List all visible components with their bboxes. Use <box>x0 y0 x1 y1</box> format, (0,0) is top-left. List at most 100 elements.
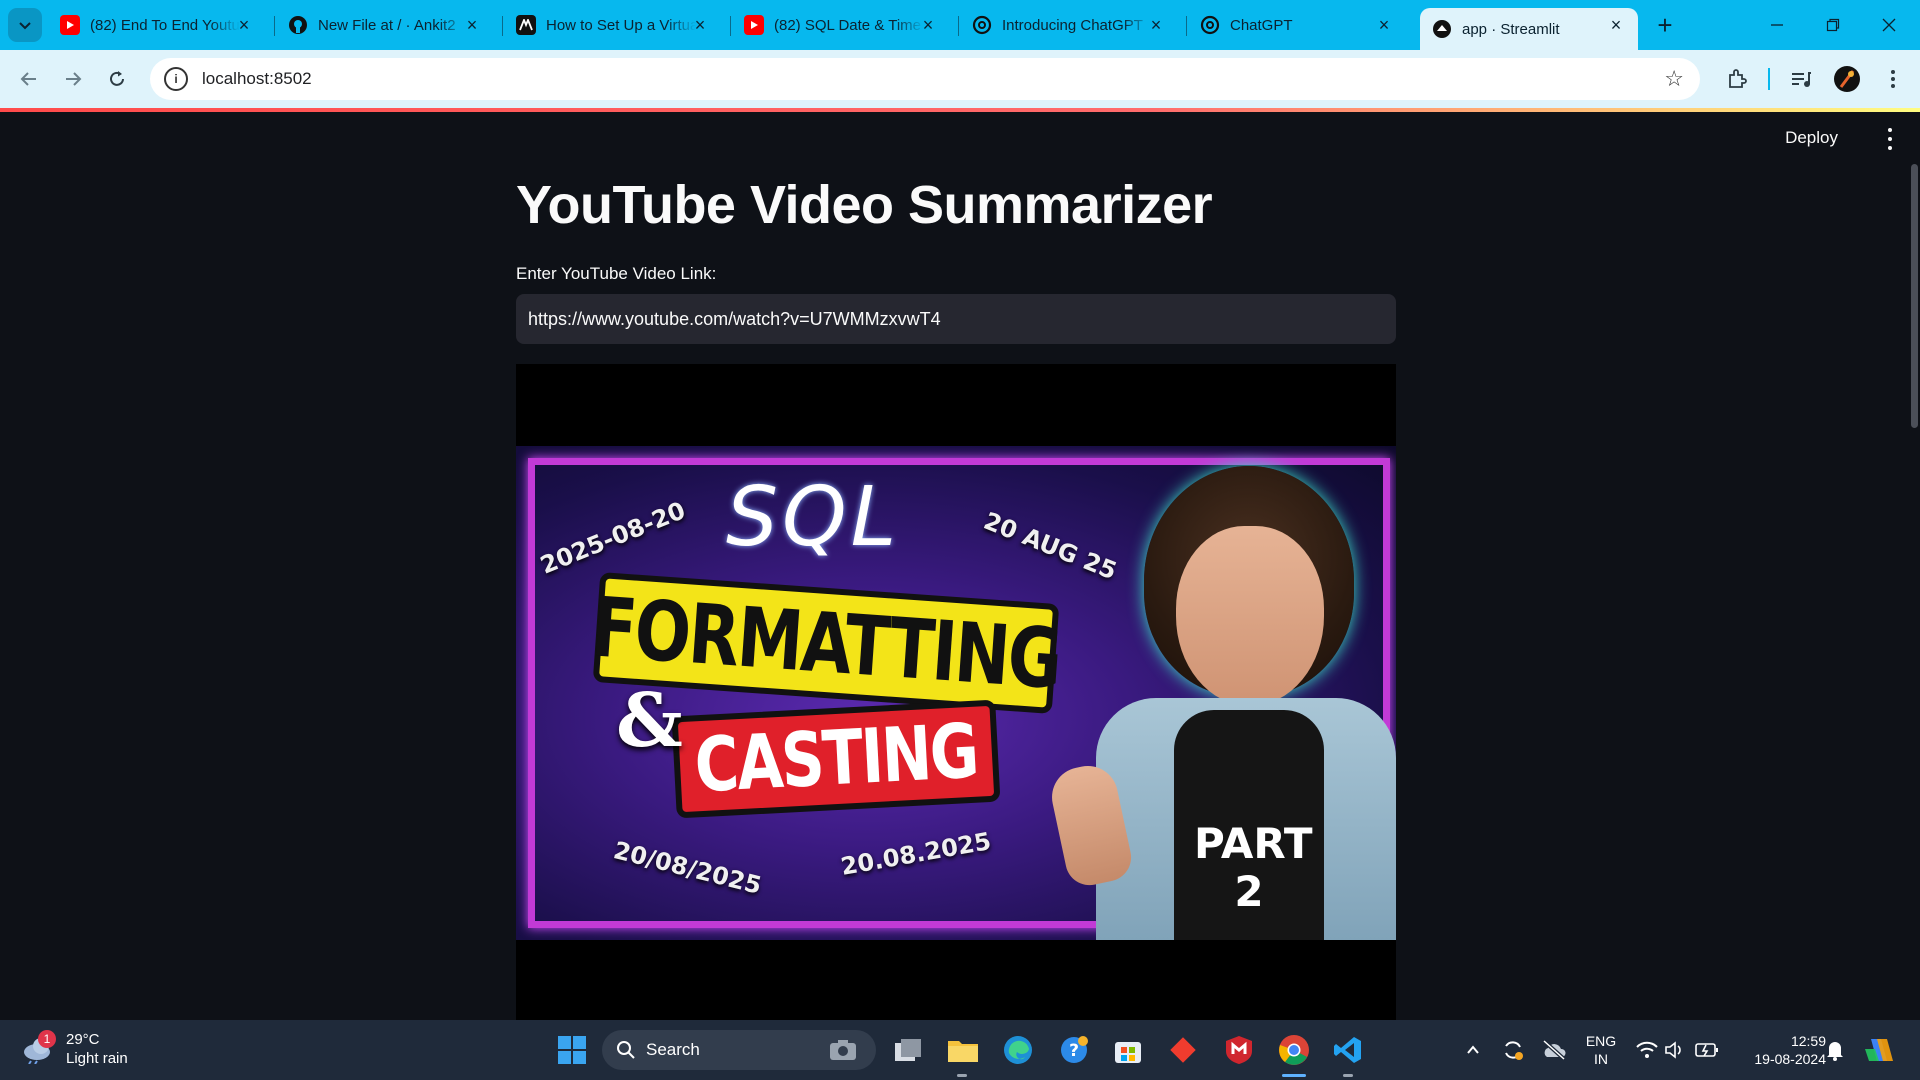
language-indicator[interactable]: ENG IN <box>1580 1032 1622 1068</box>
vscode-icon[interactable] <box>1331 1033 1365 1067</box>
close-tab-icon[interactable]: × <box>1374 15 1394 35</box>
thumbnail-presenter: PART 2 <box>1046 466 1396 940</box>
camera-icon <box>830 1040 856 1060</box>
forward-button[interactable] <box>56 62 90 96</box>
thumbnail-part-text: PART <box>1194 819 1313 868</box>
task-view-icon[interactable] <box>891 1033 925 1067</box>
app-menu-icon[interactable] <box>1880 128 1900 150</box>
onedrive-off-icon[interactable] <box>1537 1033 1571 1067</box>
profile-avatar[interactable] <box>1832 64 1862 94</box>
tab-search-button[interactable] <box>8 8 42 42</box>
get-help-icon[interactable]: ? <box>1057 1033 1091 1067</box>
github-icon <box>288 15 308 35</box>
media-controls-icon[interactable] <box>1786 64 1816 94</box>
battery-icon[interactable] <box>1690 1033 1724 1067</box>
windows-taskbar: 1 29°C Light rain Search ? ENG IN 12:59 … <box>0 1020 1920 1080</box>
new-tab-button[interactable]: + <box>1650 10 1680 40</box>
tab-separator <box>730 16 731 36</box>
chevron-up-icon[interactable] <box>1456 1033 1490 1067</box>
extensions-icon[interactable] <box>1722 64 1752 94</box>
reload-button[interactable] <box>100 62 134 96</box>
tab-chatgpt[interactable]: ChatGPT × <box>1188 8 1406 42</box>
restore-button[interactable] <box>1810 8 1856 42</box>
tab-streamlit-app[interactable]: app · Streamlit × <box>1420 8 1638 50</box>
restore-icon <box>1826 18 1840 32</box>
tab-github-new-file[interactable]: New File at / · Ankit2 × <box>276 8 494 42</box>
back-button[interactable] <box>12 62 46 96</box>
thumbnail-casting-banner: CASTING <box>671 699 1001 819</box>
mcafee-icon[interactable] <box>1222 1033 1256 1067</box>
file-explorer-icon[interactable] <box>946 1033 980 1067</box>
close-window-button[interactable] <box>1866 8 1912 42</box>
clock[interactable]: 12:59 19-08-2024 <box>1736 1032 1826 1068</box>
tab-title: New File at / · Ankit2 <box>318 16 456 34</box>
weather-condition: Light rain <box>66 1050 128 1067</box>
sync-icon[interactable] <box>1496 1033 1530 1067</box>
thumbnail-part-label: PART 2 <box>1194 819 1313 916</box>
tab-youtube-end-to-end[interactable]: (82) End To End Youtube Video × <box>48 8 266 42</box>
site-info-icon[interactable]: i <box>164 67 188 91</box>
close-tab-icon[interactable]: × <box>1146 15 1166 35</box>
thumbnail-part-number: 2 <box>1234 867 1264 916</box>
streamlit-app: Deploy YouTube Video Summarizer Enter Yo… <box>0 112 1920 1020</box>
tab-separator <box>502 16 503 36</box>
close-tab-icon[interactable]: × <box>918 15 938 35</box>
running-indicator <box>1343 1074 1353 1077</box>
reload-icon <box>110 71 124 86</box>
thumbnail-ampersand: & <box>616 678 683 764</box>
svg-text:?: ? <box>1069 1041 1079 1061</box>
taskbar-search[interactable]: Search <box>602 1030 876 1070</box>
minimize-icon <box>1771 24 1783 26</box>
copilot-icon[interactable] <box>1862 1033 1896 1067</box>
windows-start-icon[interactable] <box>555 1033 589 1067</box>
video-thumbnail-frame: SQL 2025-08-20 20 AUG 25 FORMATTING CAST… <box>516 364 1396 1020</box>
close-tab-icon[interactable]: × <box>1606 15 1626 35</box>
video-thumbnail-image: SQL 2025-08-20 20 AUG 25 FORMATTING CAST… <box>516 446 1396 940</box>
microsoft-store-icon[interactable] <box>1111 1033 1145 1067</box>
tab-separator <box>958 16 959 36</box>
tab-title: Introducing ChatGPT <box>1002 16 1143 34</box>
streamlit-icon <box>1432 19 1452 39</box>
address-url[interactable]: localhost:8502 <box>202 69 312 89</box>
openai-icon <box>1200 15 1220 35</box>
clock-date: 19-08-2024 <box>1754 1051 1826 1067</box>
toolbar-separator <box>1768 68 1770 90</box>
medium-icon <box>516 15 536 35</box>
tab-title: How to Set Up a Virtual <box>546 16 696 34</box>
tab-youtube-sql-date[interactable]: (82) SQL Date & Time × <box>732 8 950 42</box>
bookmark-star-icon[interactable]: ☆ <box>1664 68 1684 90</box>
edge-icon[interactable] <box>1001 1033 1035 1067</box>
close-tab-icon[interactable]: × <box>234 15 254 35</box>
thumbnail-sql-text: SQL <box>726 470 901 565</box>
notification-bell-icon[interactable] <box>1818 1033 1852 1067</box>
region-code: IN <box>1594 1051 1608 1067</box>
chrome-icon[interactable] <box>1277 1033 1311 1067</box>
openai-icon <box>972 15 992 35</box>
scrollbar[interactable] <box>1911 164 1918 428</box>
close-tab-icon[interactable]: × <box>690 15 710 35</box>
browser-toolbar: i localhost:8502 ☆ <box>0 50 1920 108</box>
weather-widget[interactable]: 1 29°C Light rain <box>22 1030 128 1068</box>
tab-virtual-env[interactable]: How to Set Up a Virtual × <box>504 8 722 42</box>
browser-menu-icon[interactable] <box>1878 64 1908 94</box>
close-tab-icon[interactable]: × <box>462 15 482 35</box>
clock-time: 12:59 <box>1790 1033 1826 1049</box>
taskbar-search-label: Search <box>646 1040 700 1059</box>
git-app-icon[interactable] <box>1166 1033 1200 1067</box>
address-bar[interactable]: i localhost:8502 ☆ <box>150 58 1700 100</box>
weather-temperature: 29°C <box>66 1031 100 1048</box>
minimize-button[interactable] <box>1754 8 1800 42</box>
tab-separator <box>274 16 275 36</box>
tab-strip: (82) End To End Youtube Video × New File… <box>0 0 1920 50</box>
tab-title: ChatGPT <box>1230 16 1293 34</box>
volume-icon[interactable] <box>1658 1033 1692 1067</box>
tab-introducing-chatgpt[interactable]: Introducing ChatGPT × <box>960 8 1178 42</box>
tab-separator <box>1186 16 1187 36</box>
tab-title: (82) End To End Youtube Video <box>90 16 240 34</box>
weather-badge: 1 <box>38 1030 56 1048</box>
youtube-icon <box>60 15 80 35</box>
video-link-input[interactable] <box>516 294 1396 344</box>
search-icon <box>617 1041 635 1059</box>
cloud-rain-icon: 1 <box>22 1030 56 1065</box>
deploy-button[interactable]: Deploy <box>1785 128 1838 148</box>
